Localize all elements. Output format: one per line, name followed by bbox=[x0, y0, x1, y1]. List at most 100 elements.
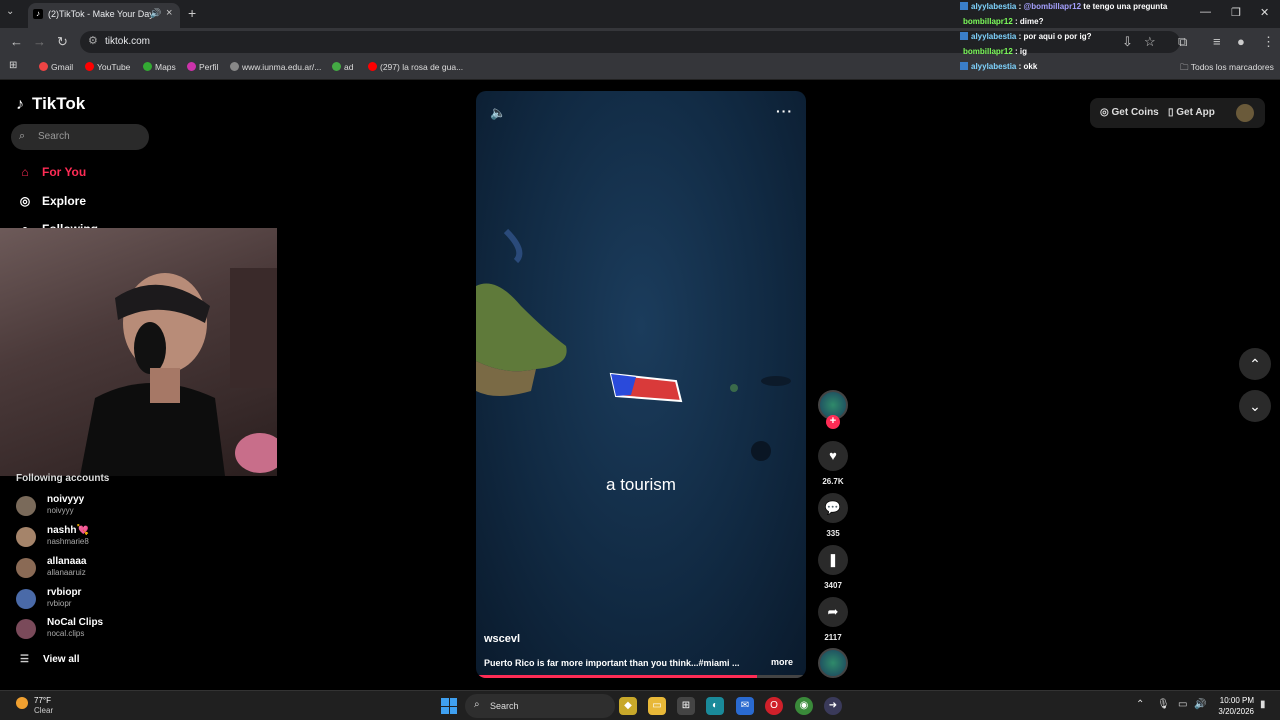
video-progress-bar[interactable] bbox=[476, 675, 806, 678]
bookmark-label: Maps bbox=[155, 62, 176, 72]
more-options-icon[interactable]: ··· bbox=[776, 103, 793, 119]
chat-text: okk bbox=[1021, 62, 1038, 71]
youtube-icon bbox=[85, 62, 94, 71]
save-button[interactable]: ❚ 3407 bbox=[818, 545, 848, 590]
video-author[interactable]: wscevl bbox=[484, 633, 520, 645]
bookmark-perfil[interactable]: Perfil bbox=[187, 62, 218, 72]
back-icon[interactable]: ← bbox=[10, 34, 23, 49]
taskbar-search[interactable]: ⌕ Search bbox=[465, 694, 615, 718]
system-clock[interactable]: 10:00 PM 3/20/2026 bbox=[1212, 695, 1254, 717]
chat-message: alyylabestia : @bombillapr12 te tengo un… bbox=[960, 2, 1167, 11]
bookmark-ad[interactable]: ad bbox=[332, 62, 353, 72]
notification-icon[interactable]: ▮ bbox=[1260, 699, 1266, 710]
tray-overflow-icon[interactable]: ⌃ bbox=[1136, 699, 1144, 710]
chat-text: te tengo una pregunta bbox=[1081, 2, 1168, 11]
bookmark-gmail[interactable]: Gmail bbox=[39, 62, 73, 72]
chat-text: dime? bbox=[1017, 17, 1044, 26]
follow-plus-icon[interactable]: + bbox=[826, 415, 840, 429]
globe-icon bbox=[230, 62, 239, 71]
more-link[interactable]: more bbox=[771, 657, 793, 667]
nav-for-you[interactable]: ⌂ For You bbox=[16, 165, 86, 179]
copilot-icon[interactable]: ◆ bbox=[619, 697, 637, 715]
bookmark-icon: ❚ bbox=[818, 545, 848, 575]
reload-icon[interactable]: ↻ bbox=[57, 34, 68, 50]
account-item[interactable]: nashh💘 nashmarie8 bbox=[16, 525, 176, 551]
bookmark-rosa[interactable]: (297) la rosa de gua... bbox=[368, 62, 463, 72]
start-windows-icon[interactable] bbox=[441, 698, 457, 714]
media-control-icon[interactable]: ≡ bbox=[1213, 34, 1221, 49]
minimize-icon[interactable]: — bbox=[1200, 6, 1211, 18]
volume-icon[interactable]: 🔈 bbox=[490, 105, 506, 121]
site-info-icon[interactable]: ⚙ bbox=[88, 34, 98, 47]
store-icon[interactable]: ⊞ bbox=[677, 697, 695, 715]
account-item[interactable]: noivyyy noivyyy bbox=[16, 494, 176, 520]
bookmark-star-icon[interactable]: ☆ bbox=[1144, 34, 1156, 50]
search-icon: ⌕ bbox=[474, 699, 480, 710]
install-icon[interactable]: ⇩ bbox=[1122, 34, 1133, 50]
all-bookmarks[interactable]: 🗀 Todos los marcadores bbox=[1180, 62, 1274, 76]
new-tab-icon[interactable]: + bbox=[188, 5, 196, 21]
chrome-icon[interactable]: ◉ bbox=[795, 697, 813, 715]
tiktok-note-icon: ♪ bbox=[16, 96, 24, 113]
microphone-icon[interactable]: 🎙 bbox=[1157, 699, 1170, 710]
chat-user: alyylabestia bbox=[971, 2, 1017, 11]
maps-icon bbox=[143, 62, 152, 71]
chevron-down-icon: ⌄ bbox=[1249, 398, 1261, 414]
bookmark-label: ad bbox=[344, 62, 354, 72]
file-explorer-icon[interactable]: ▭ bbox=[648, 697, 666, 715]
get-app-button[interactable]: ▯ Get App bbox=[1168, 107, 1215, 118]
account-item[interactable]: allanaaa allanaaruiz bbox=[16, 556, 176, 582]
display-icon[interactable]: ▭ bbox=[1178, 699, 1187, 710]
coin-icon: ◎ bbox=[1100, 107, 1112, 118]
account-item[interactable]: NoCal Clips nocal.clips bbox=[16, 617, 176, 643]
get-coins-label: Get Coins bbox=[1111, 107, 1159, 118]
like-button[interactable]: ♥ 26.7K bbox=[818, 441, 848, 486]
account-name: NoCal Clips bbox=[47, 617, 104, 628]
close-window-icon[interactable]: ✕ bbox=[1260, 6, 1269, 19]
tab-audio-icon[interactable]: 🔊 bbox=[150, 8, 161, 19]
app-icon[interactable]: ➜ bbox=[824, 697, 842, 715]
bookmark-label: Perfil bbox=[199, 62, 219, 72]
webcam-overlay bbox=[0, 228, 285, 476]
all-bookmarks-label: Todos los marcadores bbox=[1190, 62, 1274, 72]
bookmark-iunma[interactable]: www.iunma.edu.ar/... bbox=[230, 62, 321, 72]
following-accounts-title: Following accounts bbox=[16, 473, 110, 484]
opera-icon[interactable]: O bbox=[765, 697, 783, 715]
extensions-icon[interactable]: ⧉ bbox=[1178, 34, 1187, 50]
get-coins-button[interactable]: ◎ Get Coins bbox=[1100, 107, 1159, 118]
user-avatar[interactable] bbox=[1236, 104, 1254, 122]
comment-button[interactable]: 💬 335 bbox=[818, 493, 848, 538]
previous-video-button[interactable]: ⌃ bbox=[1239, 348, 1271, 380]
menu-icon[interactable]: ⋮ bbox=[1262, 34, 1275, 50]
volume-tray-icon[interactable]: 🔊 bbox=[1194, 699, 1206, 710]
mail-icon[interactable]: ✉ bbox=[736, 697, 754, 715]
edge-icon[interactable]: ◐ bbox=[706, 697, 724, 715]
sound-avatar[interactable] bbox=[818, 648, 848, 678]
twitch-icon bbox=[960, 62, 968, 70]
taskbar-search-label: Search bbox=[490, 701, 519, 711]
bookmark-youtube[interactable]: YouTube bbox=[85, 62, 130, 72]
video-player[interactable]: 🔈 ··· a tourism wscevl Puerto Rico is fa… bbox=[476, 91, 806, 678]
tab-search-icon[interactable]: ⌄ bbox=[6, 6, 14, 17]
browser-tab[interactable]: ♪ (2)TikTok - Make Your Day 🔊 × bbox=[28, 3, 180, 28]
search-icon: ⌕ bbox=[19, 130, 26, 142]
search-input[interactable]: ⌕ Search bbox=[11, 124, 149, 150]
share-icon: ➦ bbox=[818, 597, 848, 627]
tiktok-logo[interactable]: ♪ TikTok bbox=[16, 94, 85, 114]
view-all-link[interactable]: ☰ View all bbox=[20, 654, 79, 665]
nav-explore[interactable]: ◎ Explore bbox=[16, 194, 86, 208]
share-button[interactable]: ➦ 2117 bbox=[818, 597, 848, 642]
bookmark-maps[interactable]: Maps bbox=[143, 62, 176, 72]
chat-message: alyylabestia : okk bbox=[960, 62, 1037, 71]
profile-icon[interactable]: ● bbox=[1237, 34, 1245, 49]
forward-icon[interactable]: → bbox=[33, 34, 46, 49]
next-video-button[interactable]: ⌄ bbox=[1239, 390, 1271, 422]
maximize-icon[interactable]: ❐ bbox=[1231, 6, 1241, 19]
account-handle: nocal.clips bbox=[47, 629, 85, 638]
apps-grid-icon[interactable]: ⊞ bbox=[9, 60, 17, 71]
logo-text: TikTok bbox=[32, 94, 86, 113]
account-item[interactable]: rvbiopr rvbiopr bbox=[16, 587, 176, 613]
tiktok-favicon-icon: ♪ bbox=[33, 9, 43, 19]
folder-icon: 🗀 bbox=[1180, 62, 1191, 72]
close-tab-icon[interactable]: × bbox=[166, 7, 172, 19]
